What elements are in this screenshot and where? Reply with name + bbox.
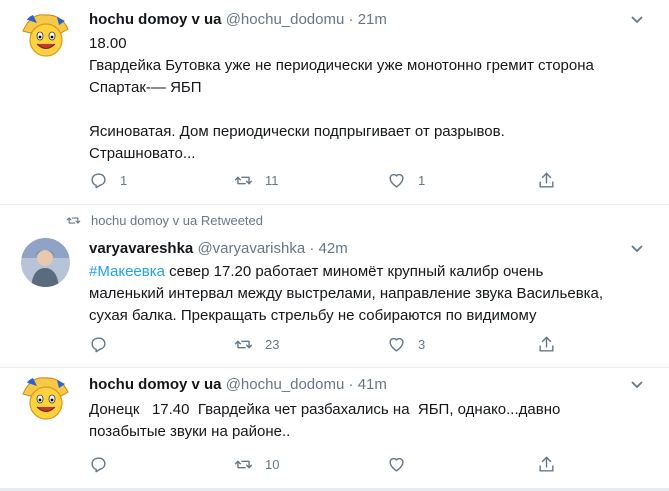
tweet-line: Ясиноватая. Дом периодически подпрыгивае… xyxy=(89,123,505,140)
share-button[interactable] xyxy=(537,335,556,354)
retweet-count: 10 xyxy=(265,457,280,472)
tweet-1[interactable]: hochu domoy v ua @hochu_dodomu · 21m 18.… xyxy=(0,0,669,205)
share-button[interactable] xyxy=(537,455,556,474)
reply-count: 1 xyxy=(120,173,128,188)
timestamp[interactable]: 41m xyxy=(358,376,387,393)
reply-icon xyxy=(91,457,106,473)
tweet-line: позабытые звуки на районе.. xyxy=(89,423,291,440)
retweet-count: 11 xyxy=(265,173,279,188)
reply-icon xyxy=(91,173,106,189)
tweet-text: Донецк 17.40 Гвардейка чет разбахались н… xyxy=(89,399,649,443)
share-icon xyxy=(539,456,554,472)
tweet-text: #Макеевка север 17.20 работает миномёт к… xyxy=(89,261,649,327)
tweet-line: #Макеевка север 17.20 работает миномёт к… xyxy=(89,261,649,283)
reply-icon xyxy=(91,337,106,353)
user-handle[interactable]: @varyavarishka xyxy=(197,240,305,257)
tweet-line: сухая балка. Прекращать стрельбу не соби… xyxy=(89,307,537,324)
share-icon xyxy=(539,336,554,352)
retweet-icon xyxy=(234,340,253,349)
tweet-header: varyavareshka @varyavarishka · 42m xyxy=(89,239,348,259)
separator-dot: · xyxy=(309,240,315,257)
retweet-button[interactable]: 10 xyxy=(234,455,279,474)
retweet-button[interactable]: 11 xyxy=(234,171,279,190)
separator-dot: · xyxy=(348,11,354,28)
share-icon xyxy=(539,172,554,188)
retweet-icon xyxy=(66,217,81,224)
tweet-line: Страшновато... xyxy=(89,145,196,162)
avatar-emoji[interactable] xyxy=(21,11,70,60)
tweet-text: 18.00 Гвардейка Бутовка уже не периодиче… xyxy=(89,33,649,165)
display-name[interactable]: hochu domoy v ua xyxy=(89,11,222,28)
user-handle[interactable]: @hochu_dodomu xyxy=(226,376,345,393)
like-count: 3 xyxy=(418,337,426,352)
tweet-line: Спартак-— ЯБП xyxy=(89,79,202,96)
reply-button[interactable] xyxy=(89,455,108,474)
display-name[interactable]: varyavareshka xyxy=(89,240,193,257)
reply-button[interactable] xyxy=(89,335,108,354)
timestamp[interactable]: 42m xyxy=(319,240,348,257)
like-button[interactable]: 3 xyxy=(387,335,425,354)
tweet-line: 18.00 xyxy=(89,35,127,52)
hashtag-link[interactable]: #Макеевка xyxy=(89,263,165,280)
like-count: 1 xyxy=(418,173,426,188)
like-icon xyxy=(389,457,404,472)
tweet-line: маленький интервал между выстрелами, нап… xyxy=(89,285,604,302)
separator-dot: · xyxy=(348,376,354,393)
like-icon xyxy=(389,337,404,352)
chevron-down-icon[interactable] xyxy=(631,377,643,392)
tweet-header: hochu domoy v ua @hochu_dodomu · 21m xyxy=(89,10,387,30)
tweet-line-rest: север 17.20 работает миномёт крупный кал… xyxy=(164,263,544,280)
tweet-actions: 23 3 xyxy=(89,335,559,355)
like-button[interactable] xyxy=(387,455,406,474)
display-name[interactable]: hochu domoy v ua xyxy=(89,376,222,393)
share-button[interactable] xyxy=(537,171,556,190)
like-button[interactable]: 1 xyxy=(387,171,425,190)
timestamp[interactable]: 21m xyxy=(358,11,387,28)
retweet-context: hochu domoy v ua Retweeted xyxy=(66,213,263,228)
like-icon xyxy=(389,173,404,188)
tweet-actions: 1 11 1 xyxy=(89,171,559,191)
retweet-icon xyxy=(234,460,253,469)
avatar-user[interactable] xyxy=(21,238,70,287)
tweet-actions: 10 xyxy=(89,455,559,475)
retweet-button[interactable]: 23 xyxy=(234,335,279,354)
user-handle[interactable]: @hochu_dodomu xyxy=(226,11,345,28)
tweet-header: hochu domoy v ua @hochu_dodomu · 41m xyxy=(89,375,387,395)
avatar-emoji[interactable] xyxy=(21,374,70,423)
retweet-context-label[interactable]: hochu domoy v ua Retweeted xyxy=(91,213,263,228)
tweet-line: Гвардейка Бутовка уже не периодически уж… xyxy=(89,57,594,74)
reply-button[interactable]: 1 xyxy=(89,171,127,190)
chevron-down-icon[interactable] xyxy=(631,12,643,27)
tweet-line xyxy=(89,99,649,121)
retweet-icon xyxy=(234,176,253,185)
retweet-count: 23 xyxy=(265,337,280,352)
tweet-line: Донецк 17.40 Гвардейка чет разбахались н… xyxy=(89,401,561,418)
chevron-down-icon[interactable] xyxy=(631,241,643,256)
